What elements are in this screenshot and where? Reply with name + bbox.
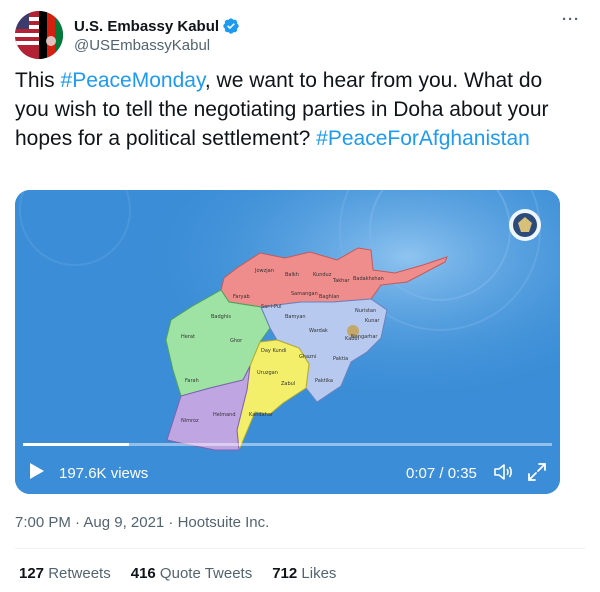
name-row: U.S. Embassy Kabul [74, 17, 240, 35]
map-label: Kandahar [249, 412, 274, 418]
tweet-stats: 127 Retweets 416 Quote Tweets 712 Likes [19, 565, 356, 582]
user-handle[interactable]: @USEmbassyKabul [74, 37, 210, 54]
map-label: Samangan [291, 291, 318, 297]
embassy-seal-icon [509, 209, 541, 241]
map-label: Baghlan [319, 294, 339, 300]
hashtag-link-peaceforafghanistan[interactable]: #PeaceForAfghanistan [316, 127, 530, 150]
map-label: Nuristan [355, 308, 376, 314]
map-label: Herat [181, 334, 195, 340]
map-label: Takhar [332, 278, 350, 284]
map-label: Faryab [233, 294, 250, 300]
video-view-count: 197.6K views [59, 465, 149, 482]
map-label: Badakhshan [353, 276, 384, 282]
map-label: Jowzjan [254, 268, 274, 274]
likes-count: 712 [272, 565, 298, 582]
map-label: Kunduz [313, 272, 332, 278]
map-label: Ghazni [299, 354, 316, 360]
map-label: Paktia [333, 356, 348, 362]
map-label: Uruzgan [257, 370, 278, 376]
map-label: Balkh [285, 272, 299, 278]
verified-badge-icon [223, 18, 239, 34]
retweets-stat[interactable]: 127 Retweets [19, 565, 111, 582]
avatar[interactable] [15, 11, 63, 59]
map-label: Helmand [213, 412, 236, 418]
video-player[interactable]: Jowzjan Balkh Kunduz Takhar Badakhshan F… [15, 190, 560, 494]
video-progress-bar[interactable] [23, 443, 552, 446]
map-label: Day Kundi [261, 348, 286, 354]
tweet-timestamp[interactable]: 7:00 PM · Aug 9, 2021 · Hootsuite Inc. [15, 514, 269, 531]
map-label: Zabul [281, 381, 295, 387]
likes-stat[interactable]: 712 Likes [272, 565, 336, 582]
video-time: 0:07 / 0:35 [406, 465, 477, 482]
map-label: Wardak [309, 328, 328, 334]
volume-icon[interactable] [493, 462, 515, 482]
map-label: Farah [185, 378, 199, 384]
quote-tweets-label: Quote Tweets [155, 565, 253, 582]
tweet-header: U.S. Embassy Kabul @USEmbassyKabul ··· [15, 11, 585, 59]
retweets-count: 127 [19, 565, 45, 582]
more-horizontal-icon[interactable]: ··· [557, 12, 585, 31]
hashtag-link-peacemonday[interactable]: #PeaceMonday [61, 69, 205, 92]
map-label: Nimroz [181, 418, 199, 424]
map-video-frame: Jowzjan Balkh Kunduz Takhar Badakhshan F… [15, 190, 560, 494]
map-label: Kunar [365, 318, 380, 324]
map-label: Nangarhar [351, 334, 378, 340]
map-label: Paktika [315, 378, 333, 384]
play-icon[interactable] [29, 462, 45, 480]
display-name[interactable]: U.S. Embassy Kabul [74, 18, 219, 35]
retweets-label: Retweets [44, 565, 111, 582]
video-progress-fill [23, 443, 129, 446]
map-label: Ghor [230, 338, 243, 344]
map-label: Badghis [211, 314, 231, 320]
map-label: Sar-i-Pul [261, 304, 281, 310]
text-segment: This [15, 69, 61, 92]
likes-label: Likes [297, 565, 337, 582]
fullscreen-icon[interactable] [527, 462, 547, 482]
quote-tweets-stat[interactable]: 416 Quote Tweets [131, 565, 252, 582]
map-label: Bamyan [285, 314, 306, 320]
divider [15, 548, 585, 549]
tweet-text: This #PeaceMonday, we want to hear from … [15, 66, 571, 153]
quote-tweets-count: 416 [130, 565, 156, 582]
